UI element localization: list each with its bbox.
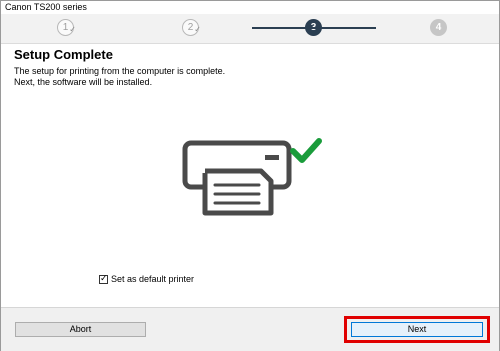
default-printer-label: Set as default printer [111, 274, 195, 284]
window-title: Canon TS200 series [1, 1, 499, 14]
completion-message: The setup for printing from the computer… [14, 66, 225, 88]
step-2-check-icon: ✓ [194, 25, 201, 34]
check-icon [290, 138, 322, 163]
printer-indicator [265, 155, 279, 160]
message-line-1: The setup for printing from the computer… [14, 66, 226, 76]
step-4-upcoming: 4 [430, 19, 447, 36]
printer-illustration [182, 138, 322, 216]
step-2-label: 2 [187, 22, 194, 33]
abort-button[interactable]: Abort [15, 322, 146, 337]
default-printer-checkbox[interactable]: ✓ [99, 273, 108, 284]
button-bar: Abort Next [1, 307, 499, 351]
step-1-done: 1 ✓ [57, 19, 76, 36]
step-1-label: 1 [62, 22, 69, 33]
step-1-check-icon: ✓ [69, 25, 76, 34]
installer-window: Canon TS200 series 1 ✓ 2 ✓ 3 4 Setup Com… [0, 0, 500, 351]
checkmark-icon: ✓ [100, 273, 108, 283]
default-printer-option[interactable]: ✓ Set as default printer [99, 273, 195, 285]
step-4-label: 4 [435, 22, 442, 33]
current-step-underline [252, 27, 376, 29]
printer-paper [202, 168, 274, 216]
page-title: Setup Complete [14, 47, 113, 62]
step-indicator: 1 ✓ 2 ✓ 3 4 [1, 14, 499, 44]
next-button[interactable]: Next [351, 322, 483, 337]
message-line-2: Next, the software will be installed. [14, 77, 153, 87]
step-2-done: 2 ✓ [182, 19, 201, 36]
